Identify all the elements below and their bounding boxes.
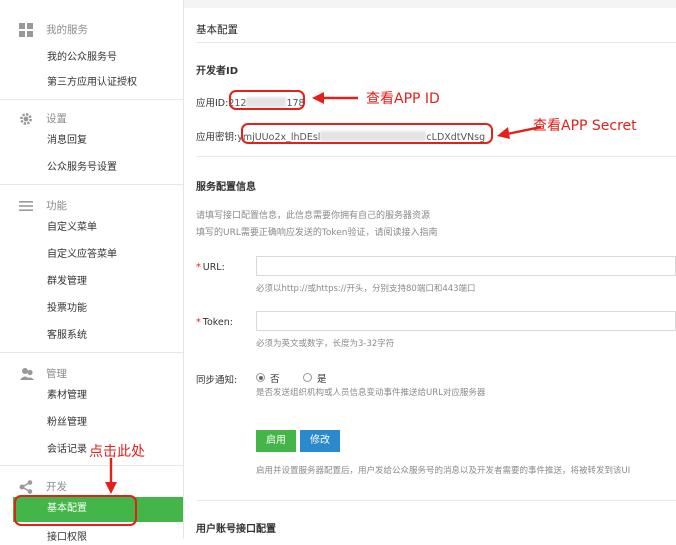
sidebar-group-label: 开发 xyxy=(46,481,67,493)
sidebar-item-label: 投票功能 xyxy=(47,303,87,314)
sidebar-divider xyxy=(0,184,183,185)
section-divider xyxy=(196,156,676,157)
arrow-left-icon xyxy=(312,92,358,104)
annotation-app-id: 查看APP ID xyxy=(366,91,440,107)
sync-yes-radio[interactable] xyxy=(303,373,312,382)
sync-yes-label[interactable]: 是 xyxy=(317,371,327,385)
app-secret-highlight-box xyxy=(241,123,493,144)
token-input[interactable] xyxy=(256,311,676,331)
sidebar-item-account-settings[interactable]: 公众服务号设置 xyxy=(0,155,183,182)
token-hint: 必须为英文或数字，长度为3-32字符 xyxy=(256,339,395,349)
sidebar-item-api-permissions[interactable]: 接口权限 xyxy=(0,525,183,543)
server-config-desc-line1: 请填写接口配置信息，此信息需要你拥有自己的服务器资源 xyxy=(196,211,431,221)
sidebar-item-label: 第三方应用认证授权 xyxy=(47,77,137,88)
sidebar-item-mass-messaging[interactable]: 群发管理 xyxy=(0,269,183,296)
url-hint: 必须以http://或https://开头，分别支持80端口和443端口 xyxy=(256,284,476,294)
sidebar-group-label: 我的服务 xyxy=(46,24,88,36)
app-id-highlight-box xyxy=(229,90,305,110)
sidebar-divider xyxy=(0,352,183,353)
sidebar-item-label: 消息回复 xyxy=(47,135,87,146)
menu-lines-icon xyxy=(19,201,33,211)
sync-no-radio[interactable] xyxy=(256,373,265,382)
sidebar-item-label: 自定义应答菜单 xyxy=(47,249,117,260)
sidebar-group-label: 管理 xyxy=(46,368,67,380)
server-config-desc-line2: 填写的URL需要正确响应发送的Token验证，请阅读接入指南 xyxy=(196,228,438,238)
server-footer-note: 启用并设置服务器配置后，用户发给公众服务号的消息以及开发者需要的事件推送，将被转… xyxy=(256,466,631,476)
title-divider xyxy=(196,42,676,43)
sidebar-item-voting[interactable]: 投票功能 xyxy=(0,296,183,323)
sidebar-item-my-service-account[interactable]: 我的公众服务号 xyxy=(0,45,183,72)
sidebar-item-message-reply[interactable]: 消息回复 xyxy=(0,128,183,155)
sidebar-item-label: 客服系统 xyxy=(47,330,87,341)
app-secret-label: 应用密钥: xyxy=(196,132,238,143)
sidebar-item-label: 会话记录 xyxy=(47,444,87,455)
sidebar-item-label: 接口权限 xyxy=(47,532,87,543)
arrow-down-icon xyxy=(105,458,117,494)
server-config-section-title: 服务配置信息 xyxy=(196,182,256,193)
section-divider xyxy=(196,500,676,501)
developer-id-section-title: 开发者ID xyxy=(196,66,239,77)
sidebar-item-customer-service[interactable]: 客服系统 xyxy=(0,323,183,350)
sidebar-item-materials[interactable]: 素材管理 xyxy=(0,383,183,410)
user-account-section-title: 用户账号接口配置 xyxy=(196,524,276,535)
app-root: 我的服务 我的公众服务号 第三方应用认证授权 设置 消息回复 公众服务号设置 功… xyxy=(0,0,676,543)
sidebar-item-custom-reply-menu[interactable]: 自定义应答菜单 xyxy=(0,242,183,269)
gear-icon xyxy=(20,113,32,125)
sync-no-label[interactable]: 否 xyxy=(270,371,280,385)
sidebar-item-label: 素材管理 xyxy=(47,390,87,401)
sidebar-divider xyxy=(0,465,183,466)
users-icon xyxy=(20,368,34,380)
share-icon xyxy=(19,480,33,494)
token-label-text: Token: xyxy=(202,317,233,328)
sidebar-item-custom-menu[interactable]: 自定义菜单 xyxy=(0,215,183,242)
grid-icon xyxy=(19,23,33,37)
page-title: 基本配置 xyxy=(196,24,238,36)
sync-hint: 是否发送组织机构或人员信息变动事件推送给URL对应服务器 xyxy=(256,388,486,398)
basic-config-highlight-box xyxy=(14,495,137,526)
sidebar-group-label: 设置 xyxy=(46,113,67,125)
enable-button[interactable]: 启用 xyxy=(256,430,296,452)
sidebar-item-third-party-auth[interactable]: 第三方应用认证授权 xyxy=(0,70,183,97)
url-label-text: URL: xyxy=(202,262,225,273)
required-mark: * xyxy=(196,262,201,273)
sidebar-item-label: 我的公众服务号 xyxy=(47,52,117,63)
sidebar-item-label: 自定义菜单 xyxy=(47,222,97,233)
token-field-label: * Token: xyxy=(196,317,233,328)
sidebar-group-my-services[interactable]: 我的服务 xyxy=(0,17,183,45)
main-content: 基本配置 开发者ID 应用ID:212 178 应用密钥:ymjUUo2x_lhD… xyxy=(184,0,676,539)
modify-button[interactable]: 修改 xyxy=(300,430,340,452)
sidebar-item-label: 群发管理 xyxy=(47,276,87,287)
annotation-app-secret: 查看APP Secret xyxy=(533,118,637,134)
sidebar-item-fans[interactable]: 粉丝管理 xyxy=(0,410,183,437)
sidebar-item-label: 公众服务号设置 xyxy=(47,162,117,173)
app-id-label: 应用ID: xyxy=(196,98,229,109)
url-field-label: * URL: xyxy=(196,262,225,273)
sidebar-divider xyxy=(0,99,183,100)
top-strip xyxy=(184,0,676,8)
sidebar-item-label: 粉丝管理 xyxy=(47,417,87,428)
required-mark: * xyxy=(196,317,201,328)
url-input[interactable] xyxy=(256,256,676,276)
sidebar-group-label: 功能 xyxy=(46,200,67,212)
sync-notify-label: 同步通知: xyxy=(196,375,238,386)
